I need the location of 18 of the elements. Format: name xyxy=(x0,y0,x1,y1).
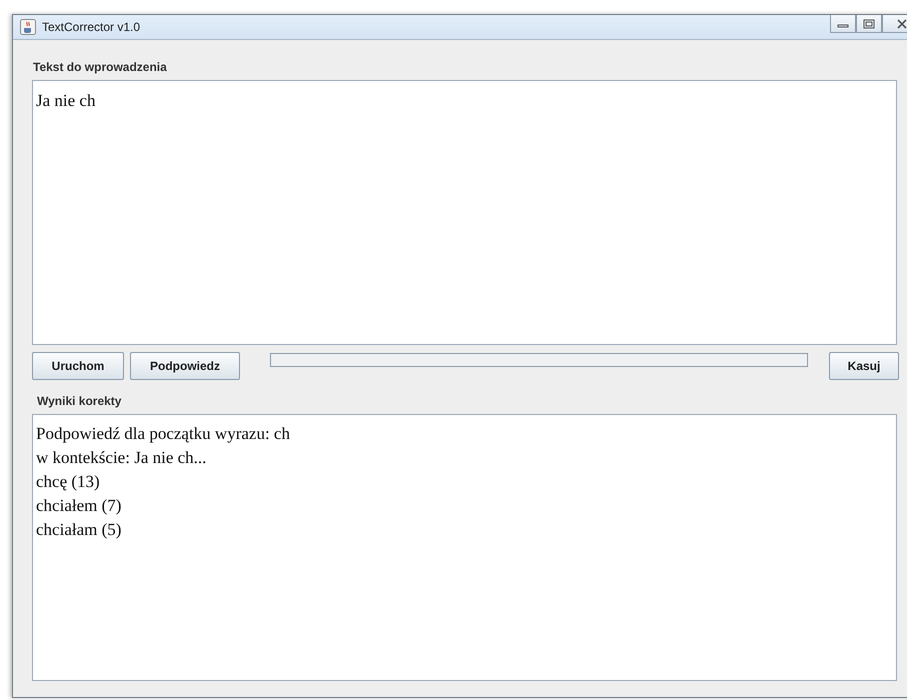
result-line: chciałem (7) xyxy=(36,495,122,517)
action-button[interactable]: Podpowiedz xyxy=(130,352,240,380)
maximize-button[interactable] xyxy=(856,15,882,33)
window-title: TextCorrector v1.0 xyxy=(42,20,140,34)
action-button[interactable]: Uruchom xyxy=(32,352,124,380)
coffee-cup-icon xyxy=(20,19,36,35)
close-icon xyxy=(896,18,907,28)
result-line: chciałam (5) xyxy=(36,519,122,541)
minimize-button[interactable] xyxy=(830,15,856,33)
results-label: Wyniki korekty xyxy=(37,394,122,408)
result-line: Podpowiedź dla początku wyrazu: ch xyxy=(36,423,291,445)
input-label: Tekst do wprowadzenia xyxy=(33,60,168,74)
result-line: chcę (13) xyxy=(36,471,101,493)
input-text-area[interactable]: Ja nie ch xyxy=(32,80,897,345)
clear-button[interactable]: Kasuj xyxy=(829,352,899,380)
input-text: Ja nie ch xyxy=(36,90,96,112)
maximize-icon xyxy=(863,18,875,28)
result-line: w kontekście: Ja nie ch... xyxy=(36,447,208,469)
